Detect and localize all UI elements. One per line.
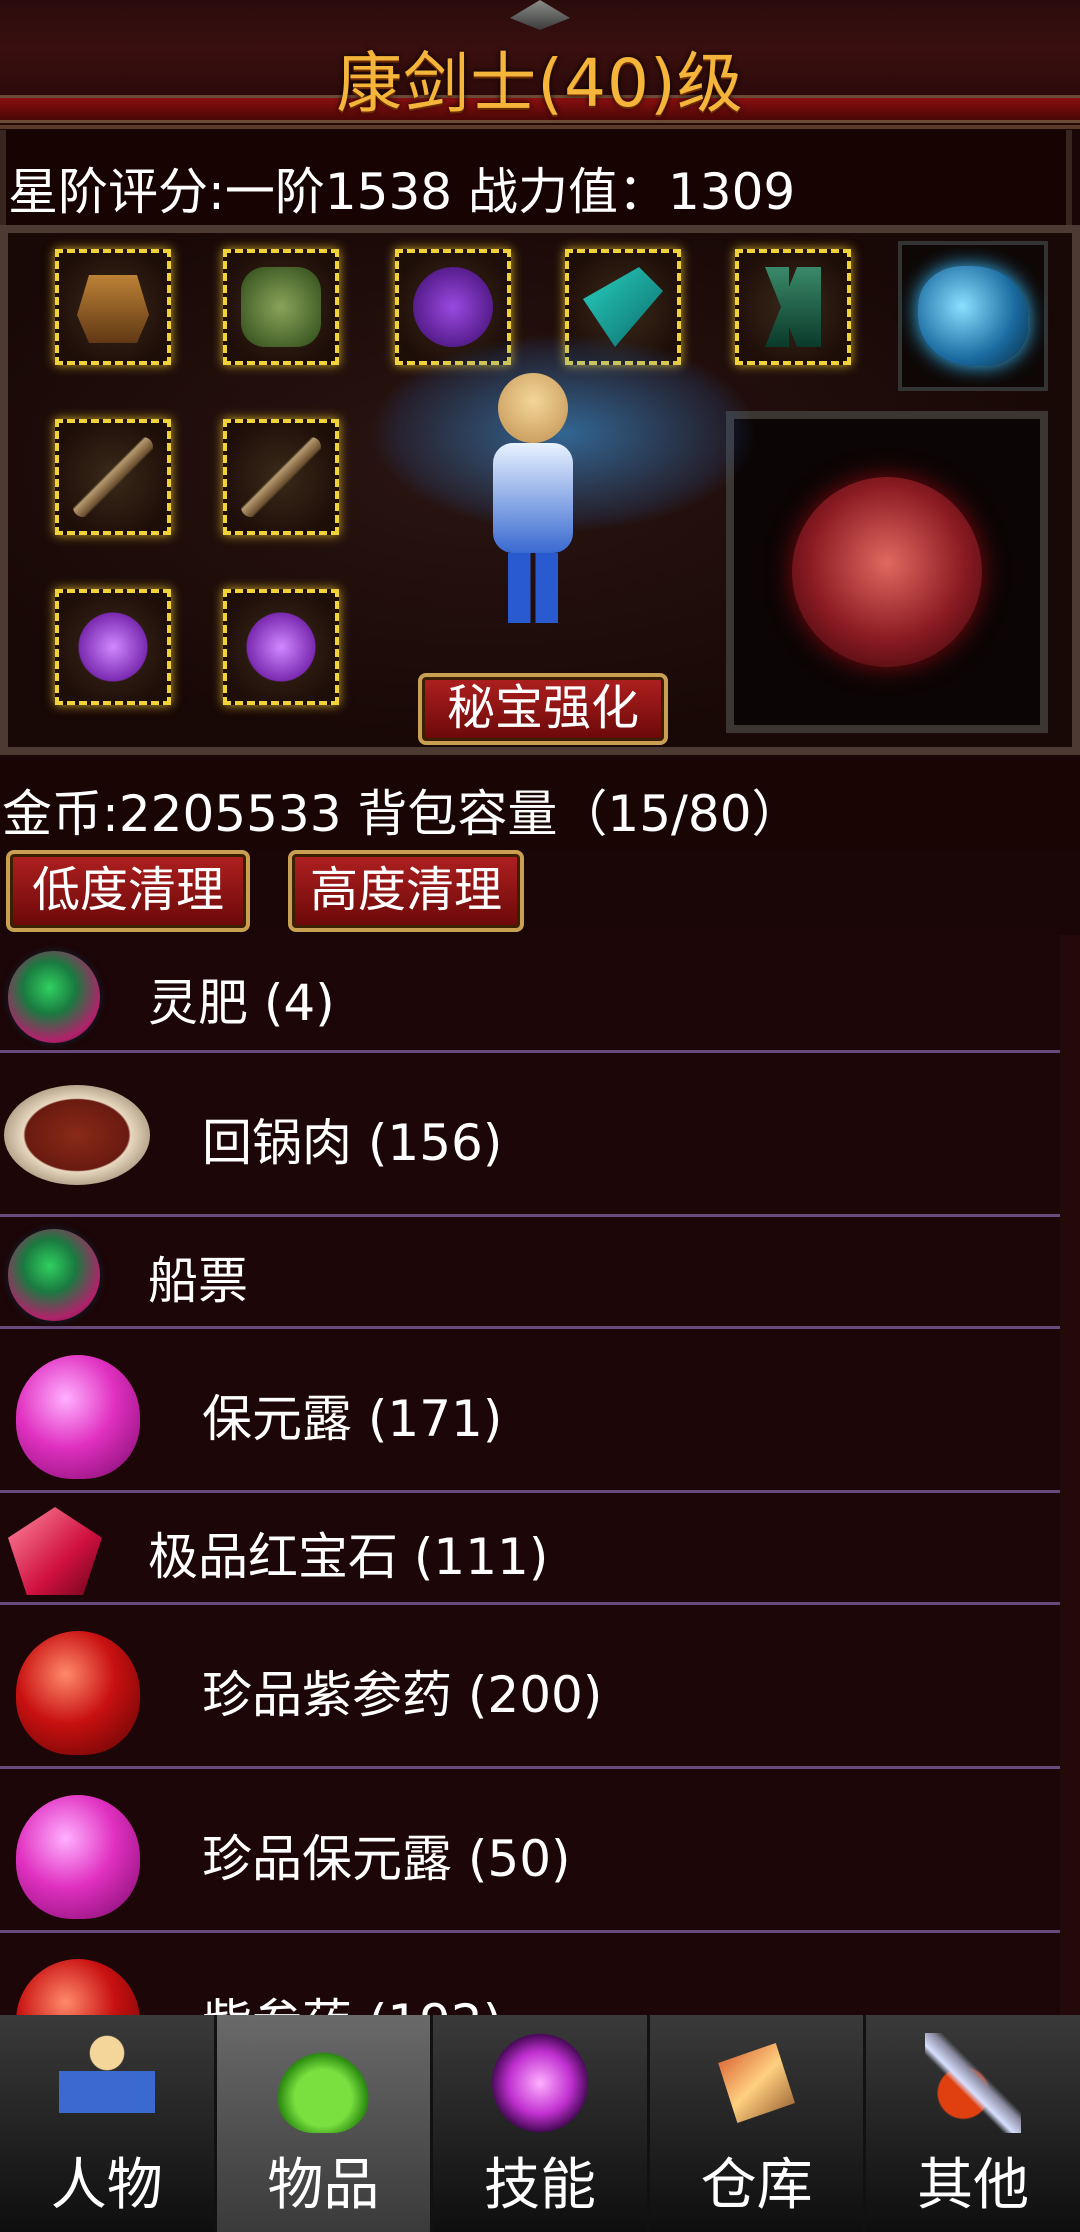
- list-item[interactable]: 珍品保元露 (50): [0, 1769, 1060, 1933]
- item-name: 船票: [148, 1252, 248, 1310]
- meat-dish-icon: [4, 1085, 150, 1185]
- rating-text: 星阶评分:一阶1538 战力值：1309: [8, 163, 796, 221]
- tiger-icon: [792, 477, 982, 667]
- tab-items[interactable]: 物品: [216, 2015, 434, 2232]
- tab-label: 物品: [267, 2153, 380, 2218]
- storage-icon: [718, 2043, 795, 2123]
- mount-slot[interactable]: [726, 411, 1048, 733]
- equip-slot-ring-2[interactable]: [223, 589, 339, 705]
- character-model: [368, 313, 758, 653]
- orb-icon: [8, 1229, 100, 1321]
- armor-icon: [241, 267, 321, 347]
- equipment-panel: 秘宝强化: [0, 225, 1080, 755]
- character-title: 康剑士(40)级: [336, 45, 744, 122]
- bottom-nav: 人物 物品 技能 仓库 其他: [0, 2015, 1080, 2232]
- rating-bar: 星阶评分:一阶1538 战力值：1309: [0, 130, 1072, 225]
- ring-icon: [241, 607, 321, 687]
- helmet-icon: [77, 275, 149, 343]
- pet-slot[interactable]: [898, 241, 1048, 391]
- equip-slot-ring-1[interactable]: [55, 589, 171, 705]
- sword-icon: [241, 437, 321, 517]
- pink-potion-icon: [16, 1795, 140, 1919]
- tab-label: 技能: [483, 2153, 596, 2218]
- list-scrollbar[interactable]: [1060, 935, 1080, 2020]
- clean-low-button[interactable]: 低度清理: [6, 850, 250, 932]
- item-name: 珍品保元露 (50): [202, 1830, 571, 1888]
- ring-icon: [73, 607, 153, 687]
- sword-icon: [73, 437, 153, 517]
- clean-high-button[interactable]: 高度清理: [288, 850, 524, 932]
- potion-icon: [275, 2033, 372, 2133]
- list-item[interactable]: 船票: [0, 1217, 1060, 1329]
- tab-character[interactable]: 人物: [0, 2015, 217, 2232]
- item-name: 回锅肉 (156): [202, 1114, 503, 1172]
- gold-capacity-text: 金币:2205533 背包容量（15/80）: [2, 785, 802, 843]
- red-potion-icon: [16, 1959, 140, 2020]
- list-item[interactable]: 珍品紫参药 (200): [0, 1605, 1060, 1769]
- tab-storage[interactable]: 仓库: [649, 2015, 867, 2232]
- list-item[interactable]: 灵肥 (4): [0, 935, 1060, 1053]
- character-head: [498, 373, 568, 443]
- gold-capacity-bar: 金币:2205533 背包容量（15/80）: [0, 760, 1080, 850]
- equip-slot-helmet[interactable]: [55, 249, 171, 365]
- enhance-treasure-button[interactable]: 秘宝强化: [418, 673, 668, 745]
- equip-slot-armor[interactable]: [223, 249, 339, 365]
- list-item[interactable]: 极品红宝石 (111): [0, 1493, 1060, 1605]
- title-bar: 康剑士(40)级: [0, 0, 1080, 129]
- list-item[interactable]: 保元露 (171): [0, 1329, 1060, 1493]
- character-legs: [508, 553, 558, 623]
- ice-wolf-icon: [918, 266, 1028, 366]
- orb-icon: [8, 951, 100, 1043]
- equip-slot-weapon-1[interactable]: [55, 419, 171, 535]
- tab-skills[interactable]: 技能: [433, 2015, 650, 2232]
- tab-other[interactable]: 其他: [866, 2015, 1080, 2232]
- item-name: 珍品紫参药 (200): [202, 1666, 603, 1724]
- character-body: [493, 443, 573, 553]
- list-item[interactable]: 紫参药 (192): [0, 1933, 1060, 2020]
- list-item[interactable]: 回锅肉 (156): [0, 1053, 1060, 1217]
- tab-label: 人物: [50, 2153, 163, 2218]
- tab-label: 仓库: [700, 2153, 813, 2218]
- pink-potion-icon: [16, 1355, 140, 1479]
- red-potion-icon: [16, 1631, 140, 1755]
- item-name: 保元露 (171): [202, 1390, 503, 1448]
- tab-label: 其他: [917, 2153, 1030, 2218]
- equip-slot-weapon-2[interactable]: [223, 419, 339, 535]
- item-name: 灵肥 (4): [148, 974, 335, 1032]
- character-icon: [58, 2033, 155, 2133]
- header-ornament: [510, 0, 570, 30]
- inventory-list[interactable]: 灵肥 (4) 回锅肉 (156) 船票 保元露 (171) 极品红宝石 (111…: [0, 935, 1060, 2020]
- other-icon: [925, 2033, 1022, 2133]
- skill-icon: [491, 2033, 588, 2133]
- boots-icon: [765, 267, 821, 347]
- item-name: 极品红宝石 (111): [148, 1528, 549, 1586]
- ruby-icon: [8, 1507, 102, 1595]
